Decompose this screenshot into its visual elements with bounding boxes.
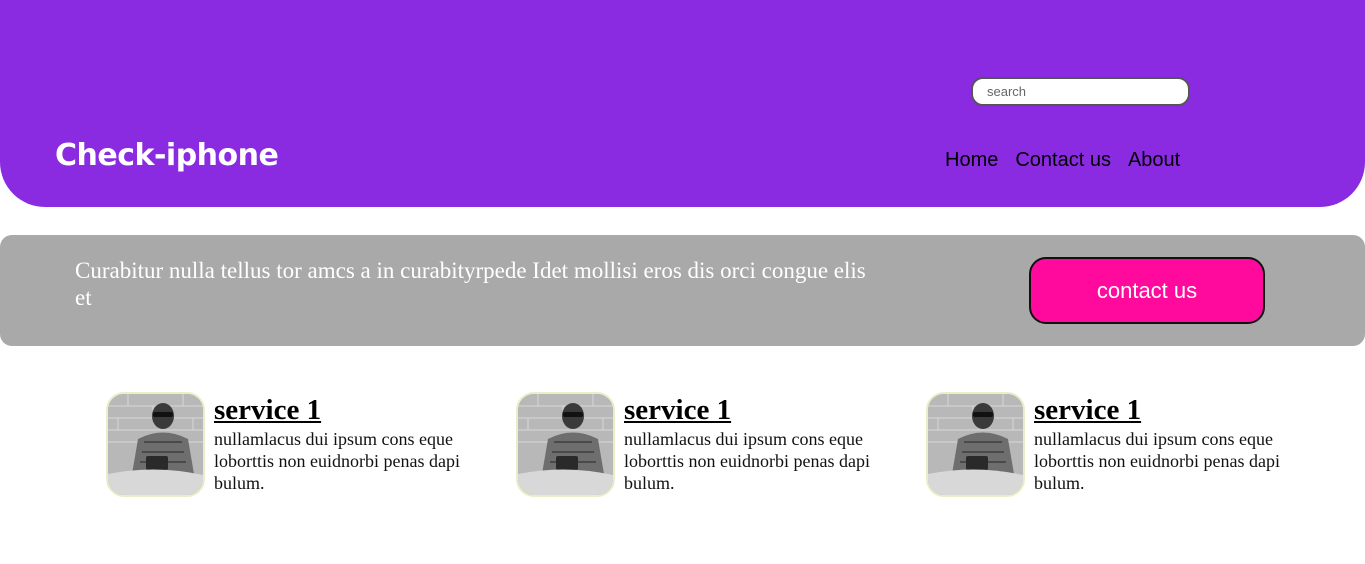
banner-text: Curabitur nulla tellus tor amcs a in cur… [75, 258, 866, 310]
promo-banner: Curabitur nulla tellus tor amcs a in cur… [0, 235, 1365, 346]
person-photo-icon [518, 394, 613, 495]
site-header: Check-iphone Home Contact us About [0, 0, 1365, 207]
contact-us-button[interactable]: contact us [1029, 257, 1265, 324]
person-photo-icon [928, 394, 1023, 495]
service-title[interactable]: service 1 [1034, 393, 1141, 427]
search-input[interactable] [971, 77, 1190, 106]
nav-link-home[interactable]: Home [945, 149, 998, 172]
service-image [106, 392, 205, 497]
service-title[interactable]: service 1 [624, 393, 731, 427]
service-card: service 1 nullamlacus dui ipsum cons equ… [926, 392, 1326, 502]
services-section: service 1 nullamlacus dui ipsum cons equ… [0, 392, 1365, 502]
service-image [516, 392, 615, 497]
site-logo[interactable]: Check-iphone [55, 138, 279, 173]
nav-link-about[interactable]: About [1128, 149, 1180, 172]
main-nav: Home Contact us About [945, 149, 1180, 172]
service-card: service 1 nullamlacus dui ipsum cons equ… [516, 392, 916, 502]
service-description: nullamlacus dui ipsum cons eque lobortti… [624, 429, 870, 493]
service-title[interactable]: service 1 [214, 393, 321, 427]
service-description: nullamlacus dui ipsum cons eque lobortti… [214, 429, 460, 493]
nav-link-contact-us[interactable]: Contact us [1015, 149, 1111, 172]
service-card: service 1 nullamlacus dui ipsum cons equ… [106, 392, 506, 502]
person-photo-icon [108, 394, 203, 495]
service-description: nullamlacus dui ipsum cons eque lobortti… [1034, 429, 1280, 493]
service-image [926, 392, 1025, 497]
